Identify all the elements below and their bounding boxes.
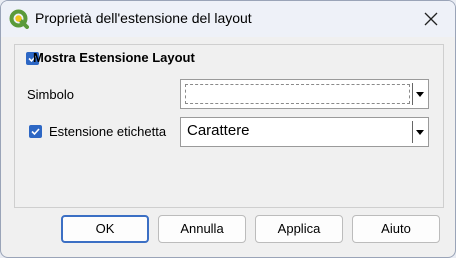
- qgis-logo-icon: [9, 9, 29, 29]
- apply-button[interactable]: Applica: [255, 215, 343, 243]
- close-icon[interactable]: [421, 9, 441, 29]
- label-extent-checkbox[interactable]: [29, 125, 42, 138]
- cancel-button[interactable]: Annulla: [158, 215, 246, 243]
- font-value: Carattere: [187, 122, 250, 139]
- help-button[interactable]: Aiuto: [352, 215, 440, 243]
- checkmark-icon: [31, 128, 40, 136]
- chevron-down-icon: [416, 92, 424, 97]
- label-extent-label: Estensione etichetta: [49, 124, 167, 139]
- symbol-selector-button[interactable]: [180, 79, 429, 109]
- dialog-window: Proprietà dell'estensione del layout Mos…: [0, 0, 456, 258]
- ok-button[interactable]: OK: [61, 215, 149, 243]
- font-selector-button[interactable]: Carattere: [180, 117, 429, 147]
- symbol-label: Simbolo: [27, 87, 74, 102]
- symbol-preview: [185, 84, 410, 104]
- title-bar: Proprietà dell'estensione del layout: [1, 1, 455, 37]
- chevron-down-icon: [416, 130, 424, 135]
- group-title: Mostra Estensione Layout: [33, 50, 195, 65]
- window-title: Proprietà dell'estensione del layout: [35, 10, 252, 26]
